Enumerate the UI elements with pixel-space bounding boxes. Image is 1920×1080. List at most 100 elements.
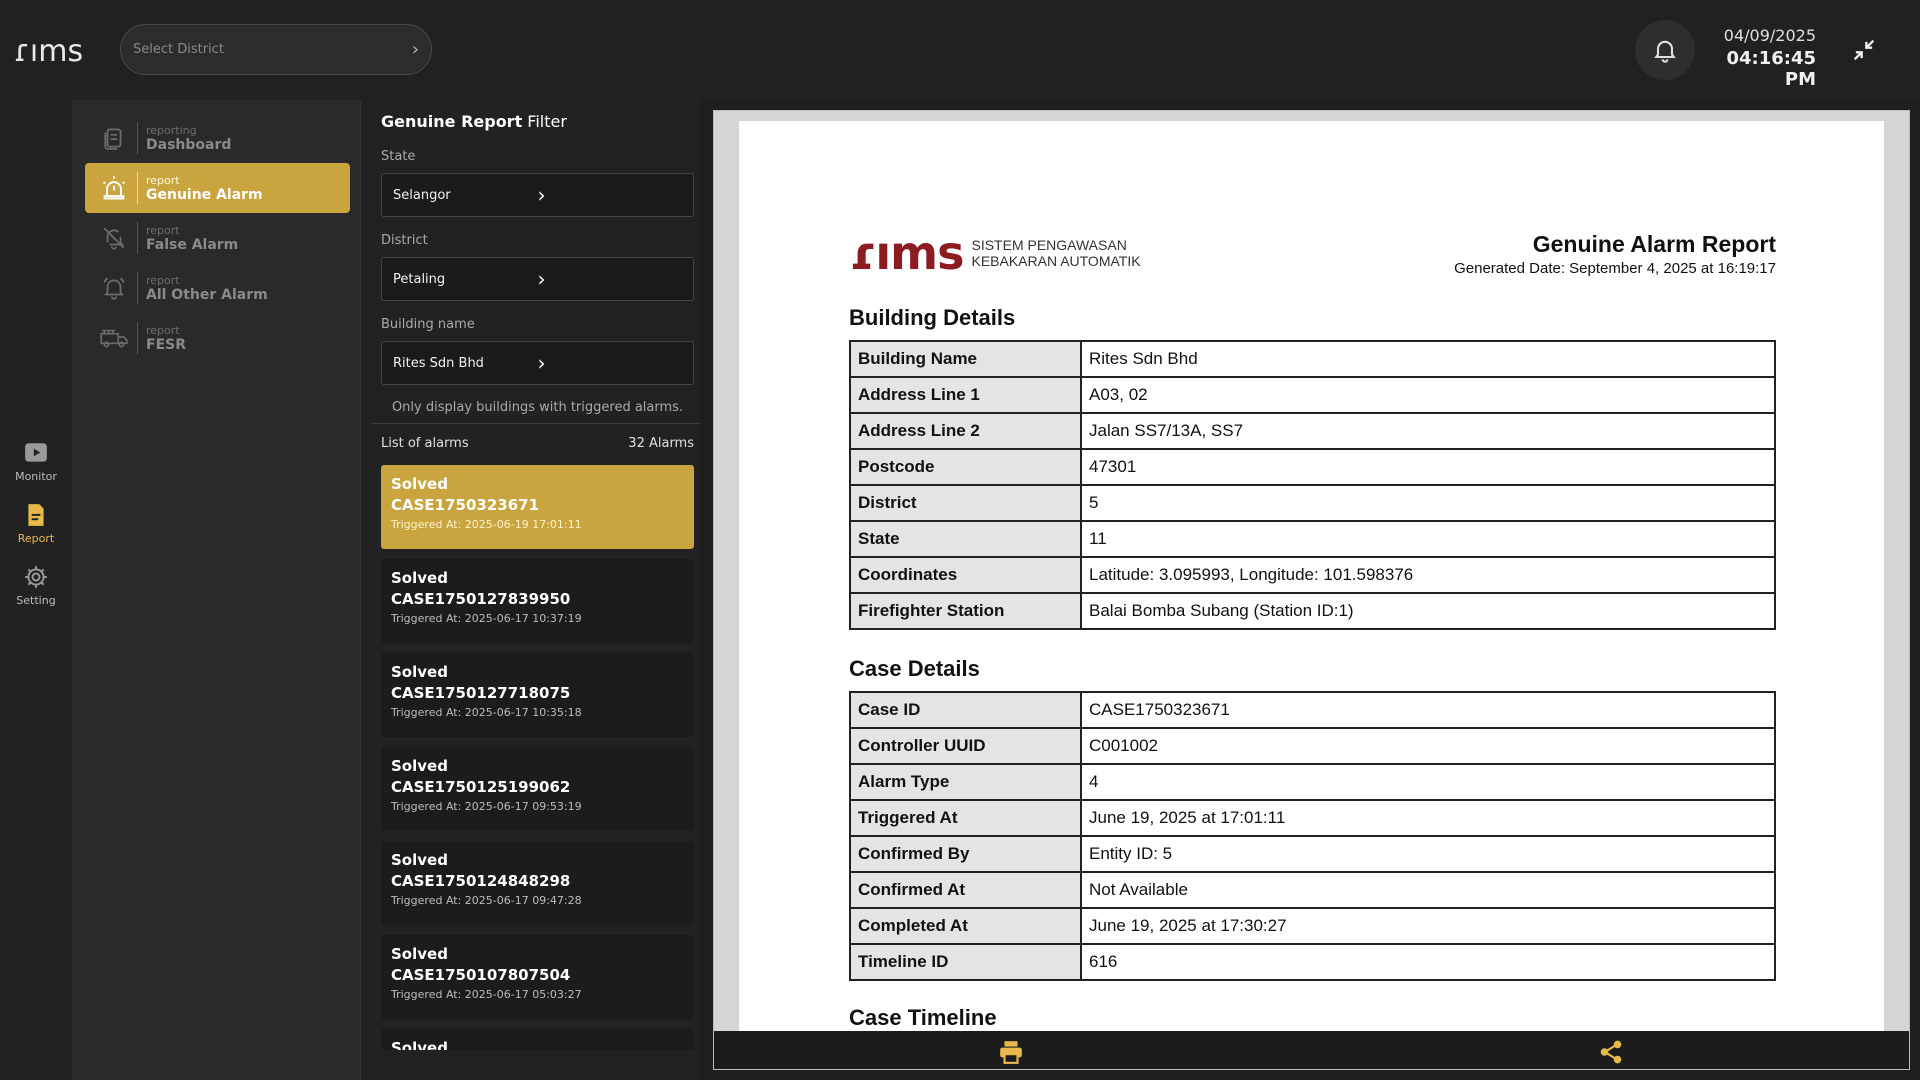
field-value: Jalan SS7/13A, SS7 <box>1080 412 1776 450</box>
report-page: ɾıms SISTEM PENGAWASAN KEBAKARAN AUTOMATI… <box>739 121 1884 1031</box>
state-select[interactable]: Selangor › <box>381 173 694 217</box>
alarm-case-id: CASE1750124848298 <box>391 872 571 890</box>
field-label: Firefighter Station <box>849 592 1082 630</box>
menu-sublabel: report <box>146 323 180 337</box>
filter-title-bold: Genuine Report <box>381 112 523 131</box>
field-label: Postcode <box>849 448 1082 486</box>
field-value: 5 <box>1080 484 1776 522</box>
alarm-item[interactable]: Solved CASE1750127839950 Triggered At: 202… <box>381 559 694 643</box>
menu-item-fesr[interactable]: report FESR <box>85 313 350 363</box>
alarm-item[interactable]: Solved CASE1750125199062 Triggered At: 202… <box>381 747 694 831</box>
field-label: Alarm Type <box>849 763 1082 801</box>
field-value: Entity ID: 5 <box>1080 835 1776 873</box>
alarm-list-header: List of alarms 32 Alarms <box>381 436 694 451</box>
alarm-item[interactable]: Solved CASE1750107807504 Triggered At: 202… <box>381 935 694 1019</box>
field-label: Timeline ID <box>849 943 1082 981</box>
field-label: Case ID <box>849 691 1082 729</box>
filter-panel: Genuine Report Filter State Selangor › Di… <box>360 100 701 1080</box>
alarm-list[interactable]: Solved CASE1750323671 Triggered At: 2025-0… <box>381 465 694 1050</box>
chevron-right-icon: › <box>411 39 419 60</box>
field-value: C001002 <box>1080 727 1776 765</box>
report-title-block: Genuine Alarm Report Generated Date: Sep… <box>1454 231 1776 277</box>
field-label: State <box>849 520 1082 558</box>
report-submenu: reporting Dashboard report Genuine Alarm r… <box>72 100 360 1080</box>
field-value: 616 <box>1080 943 1776 981</box>
filter-title: Genuine Report Filter <box>381 112 567 131</box>
fire-truck-icon <box>100 329 128 348</box>
district-select[interactable]: Select District › <box>120 24 432 75</box>
field-value: Balai Bomba Subang (Station ID:1) <box>1080 592 1776 630</box>
field-label: Building Name <box>849 340 1082 378</box>
bell-off-icon <box>103 227 125 250</box>
menu-label: False Alarm <box>146 236 239 253</box>
field-value: CASE1750323671 <box>1080 691 1776 729</box>
report-title: Genuine Alarm Report <box>1532 231 1776 257</box>
rail-label-setting: Setting <box>16 594 56 607</box>
report-header: ɾıms SISTEM PENGAWASAN KEBAKARAN AUTOMATI… <box>849 230 1776 281</box>
field-label: Triggered At <box>849 799 1082 837</box>
alarm-item[interactable]: Solved CASE1750323671 Triggered At: 2025-0… <box>381 465 694 549</box>
report-icon <box>28 504 44 526</box>
share-icon[interactable] <box>1598 1039 1624 1065</box>
field-value: A03, 02 <box>1080 376 1776 414</box>
alarm-status: Solved <box>391 851 448 869</box>
menu-sublabel: reporting <box>146 123 197 137</box>
alarm-status: Solved <box>391 757 448 775</box>
building-details-table: Building Name Rites Sdn Bhd Address Line 1… <box>849 340 1776 630</box>
field-value: Not Available <box>1080 871 1776 909</box>
alarm-status: Solved <box>391 569 448 587</box>
table-row: Controller UUID C001002 <box>849 727 1776 765</box>
alarm-item[interactable]: Solved CASE1750124848298 Triggered At: 202… <box>381 841 694 925</box>
rail-item-monitor[interactable]: Monitor <box>0 440 72 483</box>
state-value: Selangor <box>393 187 451 203</box>
alarm-case-id: CASE1750107807504 <box>391 966 571 984</box>
current-time: 04:16:45 PM <box>1726 48 1816 90</box>
field-value: 4 <box>1080 763 1776 801</box>
table-row: Address Line 1 A03, 02 <box>849 376 1776 414</box>
bell-ring-icon <box>103 277 125 300</box>
case-details-title: Case Details <box>849 656 980 681</box>
menu-item-dashboard[interactable]: reporting Dashboard <box>85 113 350 163</box>
chevron-right-icon: › <box>537 267 546 291</box>
print-icon[interactable] <box>998 1039 1024 1065</box>
menu-sublabel: report <box>146 173 180 187</box>
building-select[interactable]: Rites Sdn Bhd › <box>381 341 694 385</box>
district-filter-select[interactable]: Petaling › <box>381 257 694 301</box>
alarm-case-id: CASE1750127718075 <box>391 684 571 702</box>
rail-label-monitor: Monitor <box>15 470 57 483</box>
alarm-siren-icon <box>102 176 126 200</box>
alarm-status: Solved <box>391 663 448 681</box>
alarm-triggered: Triggered At: 2025-06-17 05:03:27 <box>391 988 582 1001</box>
field-label: Completed At <box>849 907 1082 945</box>
collapse-icon[interactable] <box>1850 36 1878 64</box>
field-value: Rites Sdn Bhd <box>1080 340 1776 378</box>
field-value: June 19, 2025 at 17:30:27 <box>1080 907 1776 945</box>
menu-item-false-alarm[interactable]: report False Alarm <box>85 213 350 263</box>
report-brand: ɾıms SISTEM PENGAWASAN KEBAKARAN AUTOMATI… <box>849 230 1141 276</box>
nav-rail: Monitor Report Setting <box>0 100 72 1080</box>
alarm-item[interactable]: Solved CASE1750127718075 Triggered At: 202… <box>381 653 694 737</box>
alarm-list-label: List of alarms <box>381 436 469 451</box>
current-date: 04/09/2025 <box>1723 26 1816 45</box>
report-preview[interactable]: ɾıms SISTEM PENGAWASAN KEBAKARAN AUTOMATI… <box>713 110 1910 1070</box>
alarm-triggered: Triggered At: 2025-06-17 10:35:18 <box>391 706 582 719</box>
alarm-case-id: CASE1750125199062 <box>391 778 571 796</box>
table-row: District 5 <box>849 484 1776 522</box>
menu-item-all-other-alarm[interactable]: report All Other Alarm <box>85 263 350 313</box>
menu-label: Genuine Alarm <box>146 186 263 203</box>
alarm-case-id: CASE1750323671 <box>391 496 540 514</box>
notification-button[interactable] <box>1635 20 1695 80</box>
table-row: Confirmed By Entity ID: 5 <box>849 835 1776 873</box>
brand-tagline-line1: SISTEM PENGAWASAN <box>971 237 1127 253</box>
divider <box>371 423 701 424</box>
menu-label: All Other Alarm <box>146 286 268 303</box>
rail-item-setting[interactable]: Setting <box>0 564 72 607</box>
building-label: Building name <box>381 317 475 332</box>
rail-item-report[interactable]: Report <box>0 502 72 545</box>
alarm-item[interactable]: Solved <box>381 1029 694 1050</box>
alarm-triggered: Triggered At: 2025-06-17 09:53:19 <box>391 800 582 813</box>
document-icon <box>104 128 122 150</box>
table-row: Confirmed At Not Available <box>849 871 1776 909</box>
field-label: District <box>849 484 1082 522</box>
menu-item-genuine-alarm[interactable]: report Genuine Alarm <box>85 163 350 213</box>
